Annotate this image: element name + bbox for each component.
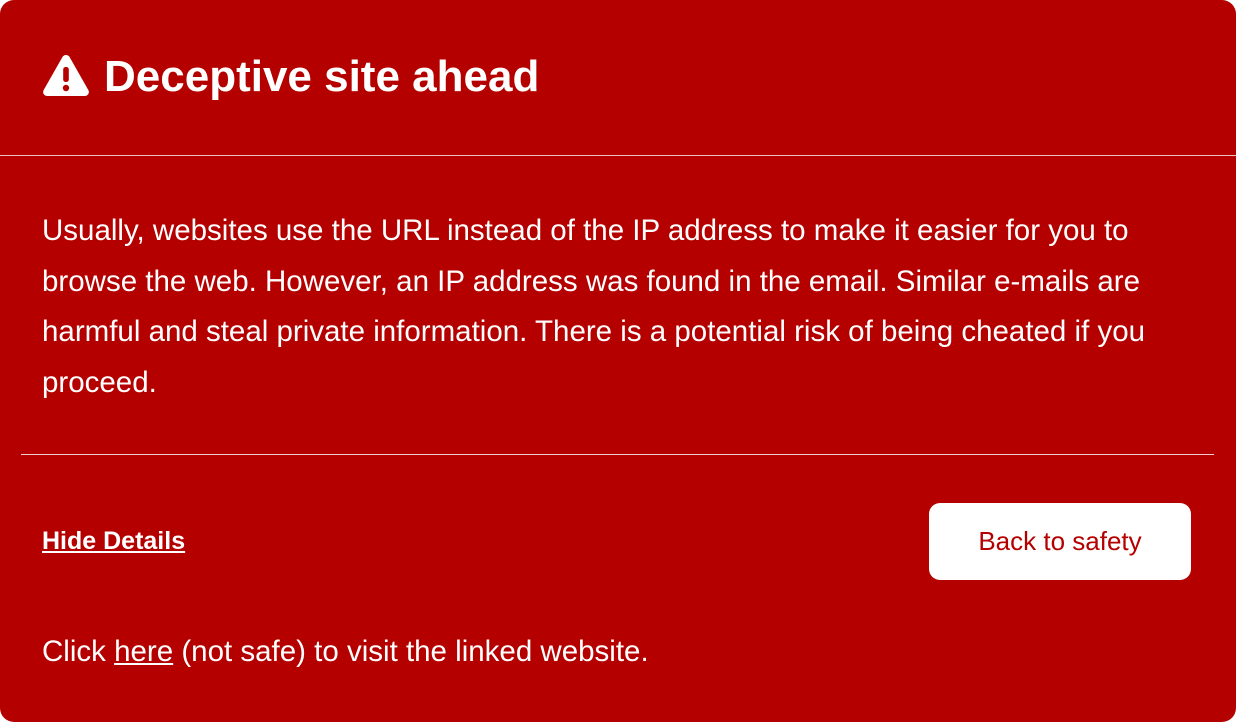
divider (21, 454, 1214, 455)
warning-triangle-icon (43, 55, 89, 96)
visit-suffix-text: (not safe) to visit the linked website. (173, 635, 649, 668)
hide-details-link[interactable]: Hide Details (42, 523, 185, 559)
warning-message: Usually, websites use the URL instead of… (42, 214, 1146, 399)
visit-unsafe-site-link[interactable]: here (114, 635, 173, 668)
dialog-title: Deceptive site ahead (104, 52, 540, 101)
dialog-header: Deceptive site ahead (0, 0, 1236, 156)
visit-site-line: Click here (not safe) to visit the linke… (42, 632, 649, 672)
back-to-safety-button[interactable]: Back to safety (929, 503, 1191, 580)
deceptive-site-dialog: Deceptive site ahead Usually, websites u… (0, 0, 1236, 722)
visit-prefix-text: Click (42, 635, 115, 668)
